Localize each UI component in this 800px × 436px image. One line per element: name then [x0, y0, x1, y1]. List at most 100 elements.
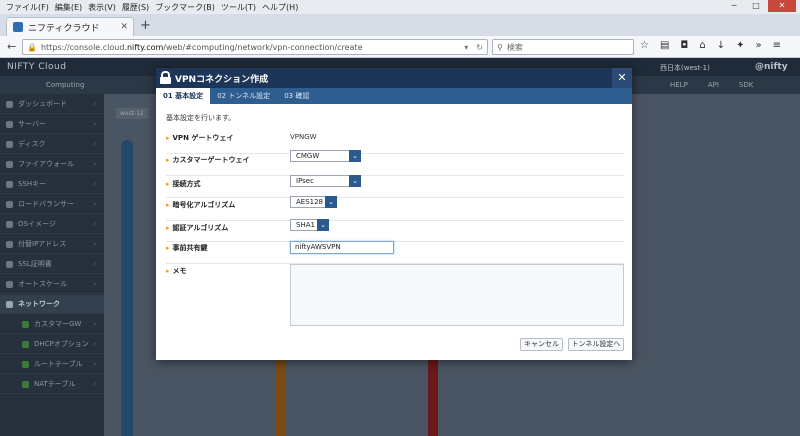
bullet-icon: ▸	[166, 134, 170, 142]
sidebar-item-ip-address[interactable]: 付替IPアドレス ›	[0, 235, 104, 254]
pocket-icon[interactable]: ◘	[680, 40, 688, 51]
bullet-icon: ▸	[166, 244, 170, 252]
network-pill-right	[428, 358, 438, 436]
clipboard-icon[interactable]: ▤	[660, 40, 669, 51]
field-row-customer-gateway: ▸ カスタマーゲートウェイ CMGW ⌄	[166, 150, 624, 176]
close-window-icon[interactable]: ✕	[768, 0, 796, 12]
sidebar-item-label: NATテーブル	[34, 380, 76, 388]
sidebar-item-os-image[interactable]: OSイメージ ›	[0, 215, 104, 234]
bullet-icon: ▸	[166, 224, 170, 232]
menu-history[interactable]: 履歴(S)	[122, 2, 149, 13]
url-bar[interactable]: 🔒 https://console.cloud. nifty.com/web/#c…	[22, 39, 488, 55]
maximize-icon[interactable]: □	[746, 0, 766, 12]
zone-tag: west-12	[116, 108, 148, 119]
server-icon	[6, 120, 13, 128]
connection-type-select[interactable]: IPsec ⌄	[290, 175, 361, 187]
menu-tools[interactable]: ツール(T)	[221, 2, 256, 13]
tab-tunnel-settings[interactable]: 02 トンネル設定	[210, 88, 277, 104]
bullet-icon: ▸	[166, 156, 170, 164]
sidebar-item-autoscale[interactable]: オートスケール ›	[0, 275, 104, 294]
reload-icon[interactable]: ↻	[476, 43, 483, 52]
home-icon[interactable]: ⌂	[699, 40, 705, 51]
api-button[interactable]: API	[708, 81, 719, 89]
sidebar-item-label: ロードバランサー	[18, 200, 74, 208]
tunnel-settings-button[interactable]: トンネル設定へ	[568, 338, 624, 351]
chevron-down-icon[interactable]: ⌄	[349, 175, 361, 187]
sidebar-item-label: ファイアウォール	[18, 160, 74, 168]
dialog-header: VPNコネクション作成	[156, 68, 632, 88]
memo-textarea[interactable]	[290, 264, 624, 326]
chevron-down-icon[interactable]: ⌄	[325, 196, 337, 208]
sidebar-item-firewall[interactable]: ファイアウォール ›	[0, 155, 104, 174]
help-button[interactable]: HELP	[670, 81, 688, 89]
addon-icon[interactable]: ✦	[736, 40, 744, 51]
sidebar-item-dashboard[interactable]: ダッシュボード ›	[0, 95, 104, 114]
overflow-icon[interactable]: »	[755, 40, 761, 51]
psk-value: niftyAWSVPN	[295, 243, 341, 251]
chevron-right-icon: ›	[93, 100, 96, 108]
menu-help[interactable]: ヘルプ(H)	[262, 2, 298, 13]
chevron-right-icon: ›	[93, 240, 96, 248]
sidebar-item-ssl[interactable]: SSL証明書 ›	[0, 255, 104, 274]
chevron-down-icon[interactable]: ⌄	[317, 219, 329, 231]
sdk-button[interactable]: SDK	[739, 81, 753, 89]
sidebar-item-label: オートスケール	[18, 280, 67, 288]
menu-bookmarks[interactable]: ブックマーク(B)	[155, 2, 215, 13]
menu-file[interactable]: ファイル(F)	[6, 2, 49, 13]
dialog-steps: 01 基本設定 02 トンネル設定 03 確認	[156, 88, 632, 104]
menu-edit[interactable]: 編集(E)	[55, 2, 82, 13]
tab-basic-settings[interactable]: 01 基本設定	[156, 88, 211, 104]
field-row-vpn-gateway: ▸ VPN ゲートウェイ VPNGW	[166, 132, 624, 154]
sidebar-item-label: OSイメージ	[18, 220, 56, 228]
download-icon[interactable]: ↓	[717, 40, 725, 51]
browser-tab[interactable]: ニフティクラウド ✕	[6, 17, 134, 36]
field-row-memo: ▸ メモ	[166, 264, 624, 334]
chevron-right-icon: ›	[93, 140, 96, 148]
chevron-down-icon[interactable]: ⌄	[349, 150, 361, 162]
sidebar-item-disk[interactable]: ディスク ›	[0, 135, 104, 154]
menu-bar: ファイル(F) 編集(E) 表示(V) 履歴(S) ブックマーク(B) ツール(…	[0, 0, 800, 14]
back-icon[interactable]: ←	[7, 40, 16, 53]
new-tab-icon[interactable]: +	[140, 18, 151, 33]
sidebar-item-customer-gw[interactable]: カスタマーGW ›	[0, 315, 104, 334]
encryption-select[interactable]: AES128 ⌄	[290, 196, 337, 208]
field-row-auth: ▸ 認証アルゴリズム SHA1 ⌄	[166, 219, 624, 242]
customer-gateway-select[interactable]: CMGW ⌄	[290, 150, 361, 162]
field-label: ▸ 認証アルゴリズム	[166, 223, 228, 233]
top-buttons: HELP API SDK	[670, 81, 753, 89]
favicon-icon	[13, 22, 23, 32]
menu-view[interactable]: 表示(V)	[88, 2, 116, 13]
sidebar-item-server[interactable]: サーバー ›	[0, 115, 104, 134]
connection-type-label: 接続方式	[172, 180, 201, 188]
search-input[interactable]: ⚲ 検索	[492, 39, 634, 55]
route-table-icon	[22, 360, 29, 368]
dashboard-icon	[6, 100, 13, 108]
region-selector[interactable]: 西日本(west-1)	[660, 63, 710, 73]
search-placeholder: 検索	[506, 42, 523, 52]
dropdown-icon[interactable]: ▾	[464, 43, 468, 52]
hamburger-menu-icon[interactable]: ≡	[773, 40, 781, 51]
chevron-right-icon: ›	[93, 160, 96, 168]
chevron-right-icon: ›	[93, 260, 96, 268]
minimize-icon[interactable]: ─	[724, 0, 744, 12]
tab-close-icon[interactable]: ✕	[120, 22, 128, 32]
sidebar-item-label: ディスク	[18, 140, 46, 148]
psk-input[interactable]: niftyAWSVPN	[290, 241, 394, 254]
cancel-button[interactable]: キャンセル	[520, 338, 563, 351]
sidebar-item-route-table[interactable]: ルートテーブル ›	[0, 355, 104, 374]
sidebar-item-ssh-key[interactable]: SSHキー ›	[0, 175, 104, 194]
auth-select[interactable]: SHA1 ⌄	[290, 219, 329, 231]
sidebar-item-load-balancer[interactable]: ロードバランサー ›	[0, 195, 104, 214]
tab-confirm[interactable]: 03 確認	[277, 88, 316, 104]
sidebar-item-dhcp[interactable]: DHCPオプション ›	[0, 335, 104, 354]
dialog-close-icon[interactable]: ✕	[612, 68, 632, 88]
nav-bar: ← 🔒 https://console.cloud. nifty.com/web/…	[0, 36, 800, 58]
bullet-icon: ▸	[166, 180, 170, 188]
bookmark-star-icon[interactable]: ☆	[640, 40, 649, 51]
sidebar-item-nat-table[interactable]: NATテーブル ›	[0, 375, 104, 394]
sidebar-item-network[interactable]: ネットワーク	[0, 295, 104, 314]
url-prefix: https://console.cloud.	[40, 42, 127, 52]
toolbar-icons: ☆ ▤ ◘ ⌂ ↓ ✦ » ≡	[640, 40, 781, 51]
sidebar-item-label: SSL証明書	[18, 260, 52, 268]
section-title[interactable]: Computing	[46, 81, 84, 89]
